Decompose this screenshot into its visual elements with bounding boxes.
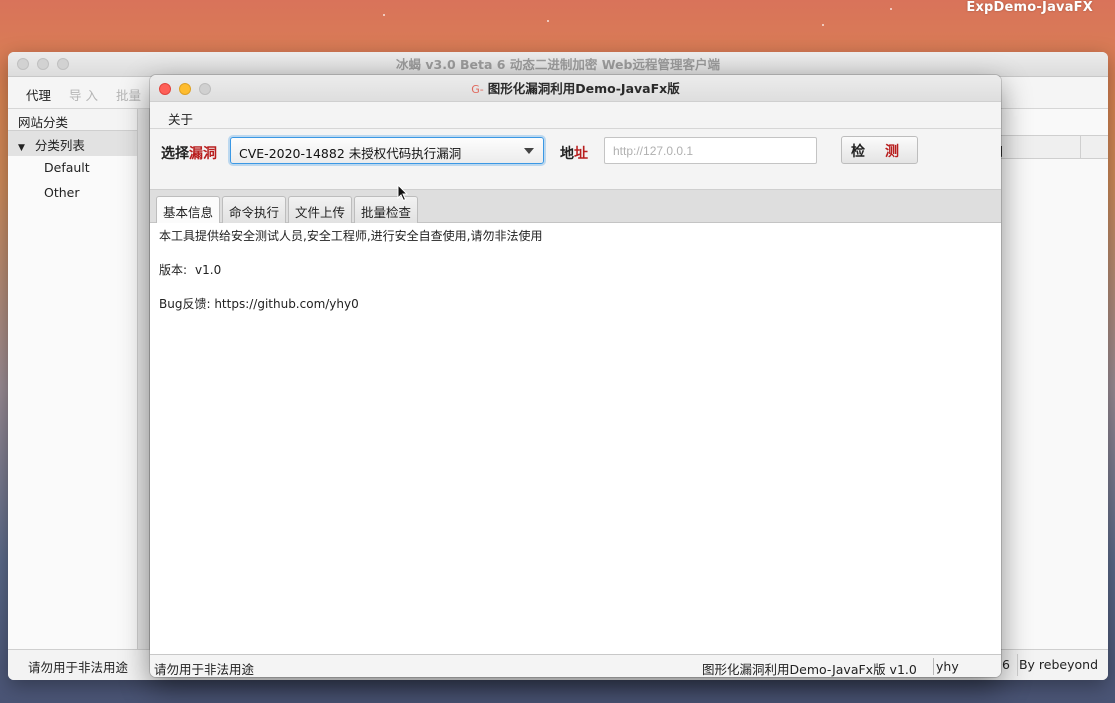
menu-about[interactable]: 关于	[168, 112, 193, 127]
menu-batch[interactable]: 批量	[116, 85, 141, 103]
address-label: 地址	[560, 146, 588, 162]
front-statusbar: 请勿用于非法用途 图形化漏洞利用Demo-JavaFx版 v1.0 yhy	[150, 654, 1001, 677]
basic-info-panel: 本工具提供给安全测试人员,安全工程师,进行安全自查使用,请勿非法使用 版本: v1…	[150, 223, 1001, 654]
app-logo-icon: G-	[471, 83, 484, 96]
front-window-title: 图形化漏洞利用Demo-JavaFx版	[487, 81, 680, 96]
close-icon[interactable]	[159, 83, 171, 95]
back-window-title: 冰蝎 v3.0 Beta 6 动态二进制加密 Web远程管理客户端	[396, 57, 720, 72]
close-icon[interactable]	[17, 58, 29, 70]
mouse-pointer-icon	[397, 184, 409, 202]
vuln-select-value: CVE-2020-14882 未授权代码执行漏洞	[239, 146, 462, 161]
zoom-icon[interactable]	[199, 83, 211, 95]
tab-bar: 基本信息 命令执行 文件上传 批量检查	[150, 189, 1001, 223]
back-status-count: 6	[1002, 657, 1010, 672]
column-header-extra[interactable]	[1080, 136, 1108, 158]
target-url-input[interactable]	[604, 137, 817, 164]
splitter[interactable]	[138, 109, 150, 649]
front-menubar: 关于	[150, 102, 1001, 129]
front-window-titlebar: G- 图形化漏洞利用Demo-JavaFx版	[150, 75, 1001, 102]
tree-root-category-list[interactable]: ▼ 分类列表	[8, 131, 137, 156]
status-divider	[1017, 654, 1018, 676]
disclaimer-text: 本工具提供给安全测试人员,安全工程师,进行安全自查使用,请勿非法使用	[159, 229, 543, 243]
tab-file-upload[interactable]: 文件上传	[288, 196, 353, 223]
desktop-app-name: ExpDemo-JavaFX	[966, 0, 1093, 15]
sidebar-header: 网站分类	[8, 109, 137, 131]
status-app-version: 图形化漏洞利用Demo-JavaFx版 v1.0	[702, 662, 917, 677]
version-value: v1.0	[195, 263, 222, 277]
chevron-down-icon[interactable]	[524, 148, 534, 154]
tab-command-exec[interactable]: 命令执行	[222, 196, 287, 223]
version-line: 版本: v1.0	[159, 264, 992, 277]
minimize-icon[interactable]	[37, 58, 49, 70]
window-controls	[159, 83, 211, 95]
back-status-author: By rebeyond	[1018, 657, 1098, 672]
status-author: yhy	[936, 659, 959, 674]
exp-demo-window: G- 图形化漏洞利用Demo-JavaFx版 关于 选择漏洞 CVE-2020-1…	[150, 75, 1001, 677]
minimize-icon[interactable]	[179, 83, 191, 95]
select-vuln-label: 选择漏洞	[161, 146, 217, 162]
detect-button[interactable]: 检测	[841, 136, 918, 164]
status-warning: 请勿用于非法用途	[154, 662, 255, 677]
exploit-toolbar: 选择漏洞 CVE-2020-14882 未授权代码执行漏洞 地址 检测	[150, 129, 1001, 189]
menu-import[interactable]: 导 入	[69, 85, 98, 103]
bug-feedback-line: Bug反馈: https://github.com/yhy0	[159, 297, 359, 311]
triangle-down-icon[interactable]: ▼	[18, 143, 25, 153]
zoom-icon[interactable]	[57, 58, 69, 70]
version-label: 版本:	[159, 263, 188, 277]
back-window-controls	[17, 58, 69, 70]
menu-proxy[interactable]: 代理	[26, 85, 51, 103]
site-category-sidebar: 网站分类 ▼ 分类列表 Default Other	[8, 109, 138, 649]
tab-basic-info[interactable]: 基本信息	[156, 196, 221, 223]
back-status-warning: 请勿用于非法用途	[28, 660, 129, 675]
tree-item-default[interactable]: Default	[8, 156, 137, 181]
status-divider	[933, 658, 934, 675]
back-window-titlebar: 冰蝎 v3.0 Beta 6 动态二进制加密 Web远程管理客户端	[8, 52, 1108, 77]
tree-item-other[interactable]: Other	[8, 181, 137, 206]
vuln-select[interactable]: CVE-2020-14882 未授权代码执行漏洞	[230, 137, 544, 164]
